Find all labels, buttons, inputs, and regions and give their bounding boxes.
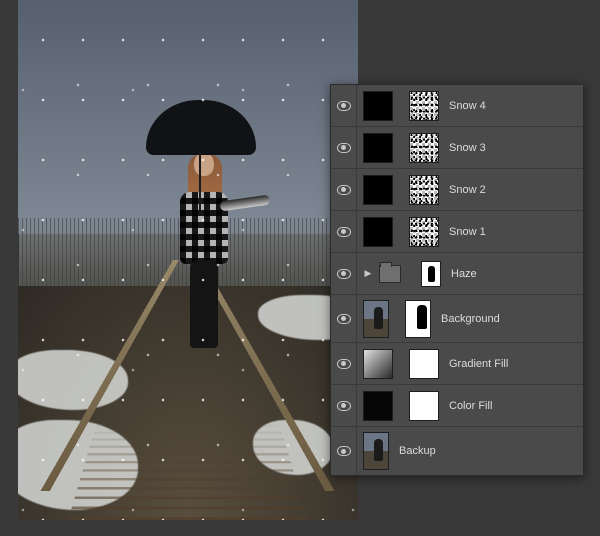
layer-name-label[interactable]: Snow 3 [445, 142, 577, 154]
layer-row-snow-3[interactable]: Snow 3 [331, 127, 583, 169]
eye-icon [337, 227, 351, 237]
layer-thumbnail[interactable] [363, 300, 389, 338]
layer-thumbnail[interactable] [363, 175, 393, 205]
layer-mask-thumbnail[interactable] [409, 349, 439, 379]
canvas-figure [166, 118, 236, 348]
group-disclosure-arrow-icon[interactable]: ▶ [363, 269, 373, 278]
layer-thumbnails [363, 217, 439, 247]
layer-thumbnail[interactable] [363, 133, 393, 163]
layer-thumbnails [363, 349, 439, 379]
layer-visibility-toggle[interactable] [331, 85, 357, 126]
layer-name-label[interactable]: Snow 1 [445, 226, 577, 238]
document-canvas[interactable] [18, 0, 358, 520]
layer-name-label[interactable]: Snow 2 [445, 184, 577, 196]
layer-visibility-toggle[interactable] [331, 211, 357, 252]
eye-icon [337, 101, 351, 111]
layer-thumbnail[interactable] [363, 91, 393, 121]
folder-icon [379, 265, 401, 283]
layer-visibility-toggle[interactable] [331, 253, 357, 294]
eye-icon [337, 359, 351, 369]
layer-row-gradient-fill[interactable]: Gradient Fill [331, 343, 583, 385]
layer-name-label[interactable]: Gradient Fill [445, 358, 577, 370]
figure-legs [190, 260, 218, 348]
canvas-rail-ties [68, 422, 308, 520]
layer-visibility-toggle[interactable] [331, 385, 357, 426]
eye-icon [337, 143, 351, 153]
eye-icon [337, 269, 351, 279]
group-mask-thumbnail[interactable] [421, 261, 441, 287]
layer-row-backup[interactable]: Backup [331, 427, 583, 475]
eye-icon [337, 446, 351, 456]
layer-thumbnail[interactable] [363, 349, 393, 379]
layer-visibility-toggle[interactable] [331, 127, 357, 168]
layer-thumbnails [363, 91, 439, 121]
layer-mask-thumbnail[interactable] [409, 133, 439, 163]
layer-row-color-fill[interactable]: Color Fill [331, 385, 583, 427]
layer-name-label[interactable]: Color Fill [445, 400, 577, 412]
layer-visibility-toggle[interactable] [331, 169, 357, 210]
layer-mask-thumbnail[interactable] [409, 91, 439, 121]
layer-name-label[interactable]: Haze [447, 268, 577, 280]
layer-thumbnails [363, 300, 431, 338]
eye-icon [337, 314, 351, 324]
layer-thumbnail[interactable] [363, 391, 393, 421]
layer-mask-thumbnail[interactable] [409, 391, 439, 421]
layer-mask-thumbnail[interactable] [409, 217, 439, 247]
layer-name-label[interactable]: Backup [395, 445, 577, 457]
figure-head [194, 152, 214, 176]
layer-name-label[interactable]: Background [437, 313, 577, 325]
layer-visibility-toggle[interactable] [331, 343, 357, 384]
layer-row-snow-2[interactable]: Snow 2 [331, 169, 583, 211]
layers-panel: Snow 4 Snow 3 Snow 2 [330, 84, 584, 476]
layer-thumbnails [363, 391, 439, 421]
layer-mask-thumbnail[interactable] [405, 300, 431, 338]
eye-icon [337, 185, 351, 195]
layer-thumbnails [363, 133, 439, 163]
layer-row-snow-4[interactable]: Snow 4 [331, 85, 583, 127]
layer-row-snow-1[interactable]: Snow 1 [331, 211, 583, 253]
layer-visibility-toggle[interactable] [331, 427, 357, 475]
layer-thumbnails [363, 175, 439, 205]
layer-mask-thumbnail[interactable] [409, 175, 439, 205]
layer-row-haze-group[interactable]: ▶ Haze [331, 253, 583, 295]
layer-visibility-toggle[interactable] [331, 295, 357, 342]
layer-row-background[interactable]: Background [331, 295, 583, 343]
layer-thumbnail[interactable] [363, 432, 389, 470]
eye-icon [337, 401, 351, 411]
layer-thumbnails [363, 432, 389, 470]
layer-name-label[interactable]: Snow 4 [445, 100, 577, 112]
layer-thumbnail[interactable] [363, 217, 393, 247]
